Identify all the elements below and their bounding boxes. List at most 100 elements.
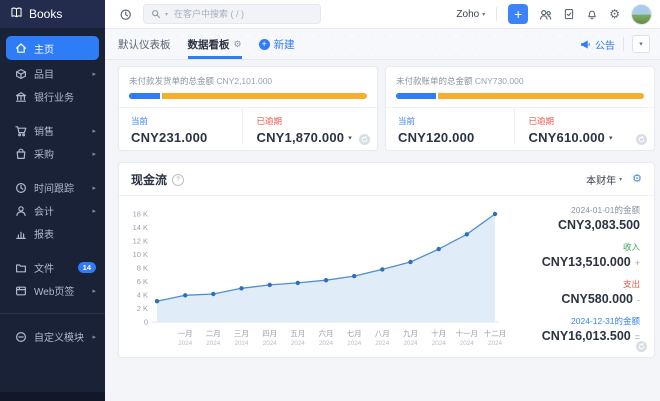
overdue-value[interactable]: CNY1,870.000▾: [257, 130, 368, 145]
svg-text:14 K: 14 K: [133, 223, 148, 232]
card-values-row: 当前 CNY231.000 已逾期 CNY1,870.000▾: [129, 108, 367, 145]
user-avatar[interactable]: [631, 4, 652, 25]
current-label: 当前: [398, 115, 514, 127]
count-badge: 14: [78, 262, 96, 274]
svg-text:2024: 2024: [291, 340, 306, 347]
web-tabs-icon: [15, 285, 27, 297]
sidebar-item-label: 品目: [34, 66, 54, 81]
documents-icon: [15, 262, 27, 274]
notifications-bell-icon[interactable]: [586, 8, 598, 20]
sidebar-item-reports[interactable]: 报表: [0, 222, 105, 245]
sidebar-item-custom-modules[interactable]: 自定义模块 ▸: [0, 325, 105, 348]
sidebar-item-home[interactable]: 主页: [6, 36, 99, 60]
svg-text:二月: 二月: [206, 329, 221, 338]
search-input[interactable]: [172, 8, 313, 20]
sidebar-item-items[interactable]: 品目▸: [0, 62, 105, 85]
global-search[interactable]: ▾: [143, 4, 321, 24]
books-logo-icon: [10, 6, 23, 22]
topbar-actions: Zoho ▾ + ⚙: [456, 4, 652, 25]
cashflow-settings-icon[interactable]: ⚙: [632, 174, 642, 185]
announcements-button[interactable]: 公告: [580, 37, 615, 52]
svg-text:一月: 一月: [178, 329, 193, 338]
svg-text:2024: 2024: [488, 340, 503, 347]
tasks-icon[interactable]: [563, 8, 575, 20]
tab-data-dashboard[interactable]: 数据看板⚙: [188, 29, 242, 59]
quick-create-button[interactable]: +: [508, 4, 528, 24]
custom-modules-icon: [15, 331, 27, 343]
app-logo[interactable]: Books: [0, 0, 105, 28]
sidebar-item-web-tabs[interactable]: Web页签▸: [0, 279, 105, 302]
income-stat: 收入 CNY13,510.000+: [507, 241, 640, 269]
refresh-icon[interactable]: [636, 341, 647, 352]
overdue-label: 已逾期: [529, 115, 645, 127]
tab-default-dashboard[interactable]: 默认仪表板: [118, 29, 171, 59]
summary-cards-row: 未付款发货单的总金额 CNY2,101.000 当前 CNY231.000 已逾期 CN…: [118, 66, 655, 151]
progress-current-segment: [396, 93, 438, 99]
sidebar-item-documents[interactable]: 文件14: [0, 256, 105, 279]
svg-text:六月: 六月: [319, 328, 334, 338]
chevron-right-icon: ▸: [92, 333, 96, 341]
card-values-row: 当前 CNY120.000 已逾期 CNY610.000▾: [396, 108, 644, 145]
dashboard-tabs: 默认仪表板数据看板⚙: [118, 29, 242, 59]
sidebar: Books 主页品目▸银行业务销售▸采购▸时间跟踪▸会计▸报表文件14Web页签…: [0, 0, 105, 401]
sidebar-item-purchases[interactable]: 采购▸: [0, 142, 105, 165]
chevron-down-icon: ▾: [482, 11, 485, 18]
chevron-right-icon: ▸: [92, 207, 96, 215]
recent-history-icon[interactable]: [119, 8, 132, 21]
svg-text:十一月: 十一月: [456, 328, 479, 338]
time-icon: [15, 182, 27, 194]
purchases-icon: [15, 148, 27, 160]
overdue-label: 已逾期: [257, 115, 368, 127]
overdue-value[interactable]: CNY610.000▾: [529, 130, 645, 145]
tabbar-divider: [623, 37, 624, 51]
search-scope-caret-icon[interactable]: ▾: [165, 11, 168, 18]
tab-settings-icon[interactable]: ⚙: [234, 39, 242, 50]
sidebar-item-label: 银行业务: [34, 89, 74, 104]
closing-balance-stat: 2024-12-31的金额 CNY16,013.500=: [507, 315, 640, 343]
items-icon: [15, 68, 27, 80]
svg-text:2024: 2024: [206, 340, 221, 347]
accountant-icon: [15, 205, 27, 217]
sidebar-nav: 主页品目▸银行业务销售▸采购▸时间跟踪▸会计▸报表文件14Web页签▸自定义模块…: [0, 28, 105, 392]
sales-icon: [15, 125, 27, 137]
sidebar-item-banking[interactable]: 银行业务: [0, 85, 105, 108]
app-window: Books 主页品目▸银行业务销售▸采购▸时间跟踪▸会计▸报表文件14Web页签…: [0, 0, 660, 401]
referral-users-icon[interactable]: [539, 8, 552, 21]
refresh-icon[interactable]: [359, 134, 370, 145]
sidebar-footer: [0, 392, 105, 401]
card-title: 未付款发货单的总金额 CNY2,101.000: [129, 75, 367, 87]
current-label: 当前: [131, 115, 242, 127]
overdue-amount: 已逾期 CNY1,870.000▾: [242, 108, 368, 145]
current-value: CNY120.000: [398, 130, 514, 145]
svg-text:4 K: 4 K: [137, 291, 148, 300]
chevron-right-icon: ▸: [92, 287, 96, 295]
svg-text:16 K: 16 K: [133, 210, 148, 219]
reports-icon: [15, 228, 27, 240]
sidebar-item-sales[interactable]: 销售▸: [0, 119, 105, 142]
sidebar-item-time-tracking[interactable]: 时间跟踪▸: [0, 176, 105, 199]
help-icon[interactable]: ?: [172, 174, 184, 186]
sidebar-item-label: 自定义模块: [34, 329, 84, 344]
svg-text:12 K: 12 K: [133, 237, 148, 246]
svg-text:九月: 九月: [403, 329, 418, 338]
new-dashboard-button[interactable]: + 新建: [259, 37, 295, 52]
refresh-icon[interactable]: [636, 134, 647, 145]
svg-text:三月: 三月: [234, 329, 249, 338]
chevron-right-icon: ▸: [92, 150, 96, 158]
expense-stat: 支出 CNY580.000-: [507, 278, 640, 306]
main-area: ▾ Zoho ▾ + ⚙: [105, 0, 660, 401]
dashboard-tabbar: 默认仪表板数据看板⚙ + 新建 公告 ▾: [105, 29, 660, 60]
current-amount: 当前 CNY231.000: [129, 108, 242, 145]
collapse-chevron-button[interactable]: ▾: [632, 35, 650, 53]
svg-text:八月: 八月: [375, 329, 390, 338]
settings-gear-icon[interactable]: ⚙: [609, 8, 620, 20]
sidebar-item-accountant[interactable]: 会计▸: [0, 199, 105, 222]
plus-sign: +: [635, 258, 640, 268]
card-progress-bar: [396, 93, 644, 99]
org-switcher[interactable]: Zoho ▾: [456, 9, 485, 20]
opening-balance-stat: 2024-01-01的金额 CNY3,083.500: [507, 204, 640, 232]
current-value: CNY231.000: [131, 130, 242, 145]
cashflow-title: 现金流: [131, 171, 167, 188]
period-selector[interactable]: 本财年 ▾: [586, 172, 622, 187]
overdue-amount: 已逾期 CNY610.000▾: [514, 108, 645, 145]
